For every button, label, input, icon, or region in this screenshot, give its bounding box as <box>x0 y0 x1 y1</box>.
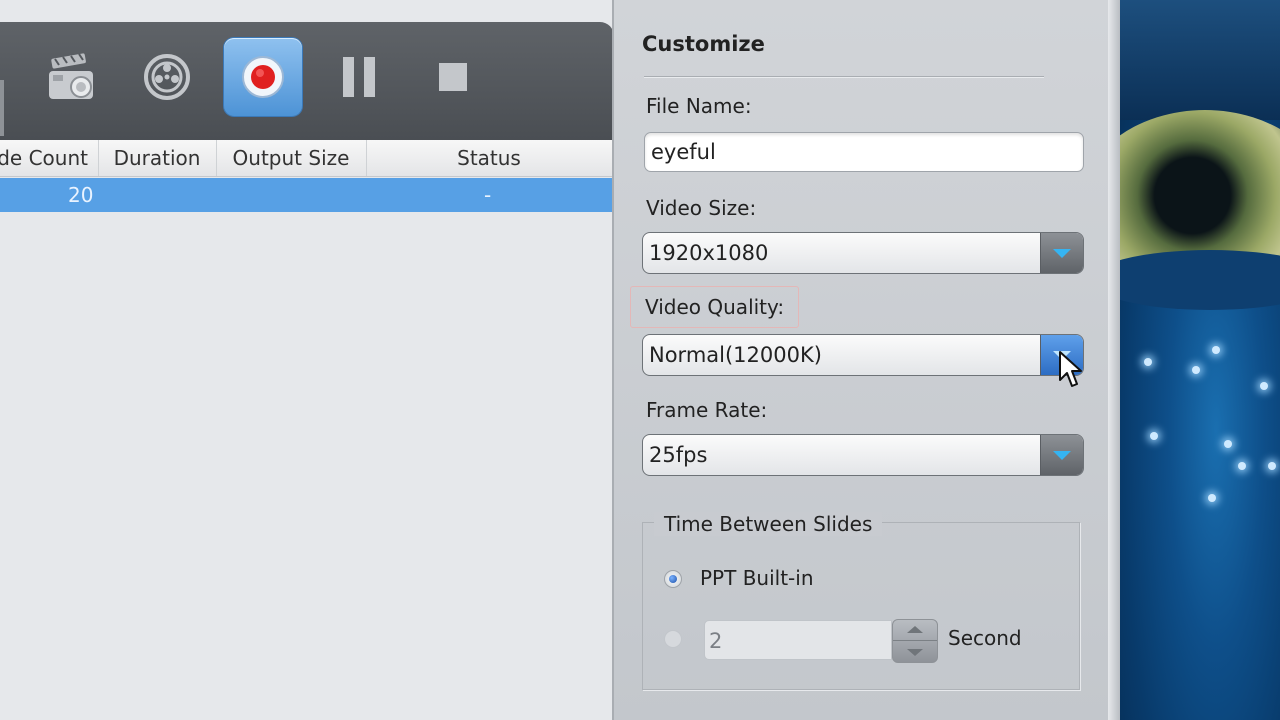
frame-rate-select[interactable]: 25fps <box>642 434 1084 476</box>
customize-panel: Customize File Name: eyeful Video Size: … <box>614 0 1112 720</box>
video-size-dropdown-button[interactable] <box>1040 233 1083 273</box>
mouse-cursor-icon <box>1059 351 1082 387</box>
seconds-stepper[interactable] <box>892 619 938 663</box>
video-size-select[interactable]: 1920x1080 <box>642 232 1084 274</box>
stop-icon <box>439 63 467 91</box>
customize-title: Customize <box>642 32 765 56</box>
title-divider <box>644 76 1044 77</box>
chevron-down-icon <box>1053 248 1071 258</box>
glow-dot <box>1224 440 1232 448</box>
glow-dot <box>1238 462 1246 470</box>
project-panel: de Count Duration Output Size Status 20 … <box>0 0 614 720</box>
stepper-divider <box>893 640 937 641</box>
stop-button[interactable] <box>414 38 492 116</box>
time-between-slides-title: Time Between Slides <box>654 512 883 536</box>
glow-dot <box>1212 346 1220 354</box>
snapshot-button[interactable] <box>34 38 112 116</box>
film-reel-icon <box>144 54 190 100</box>
frame-rate-value: 25fps <box>649 443 708 467</box>
glow-dot <box>1144 358 1152 366</box>
ppt-builtin-radio[interactable] <box>664 570 682 588</box>
glow-dot <box>1260 382 1268 390</box>
window-border <box>1108 0 1120 720</box>
glow-dot <box>1208 494 1216 502</box>
preview-brow-region <box>1120 0 1280 120</box>
video-quality-select[interactable]: Normal(12000K) <box>642 334 1084 376</box>
custom-interval-radio[interactable] <box>664 630 682 648</box>
slide-count-cell: 20 <box>68 183 94 207</box>
video-size-value: 1920x1080 <box>649 241 769 265</box>
video-size-label: Video Size: <box>646 196 757 220</box>
reel-button[interactable] <box>128 38 206 116</box>
chevron-down-icon[interactable] <box>907 649 923 656</box>
record-icon <box>242 56 284 98</box>
glow-dot <box>1150 432 1158 440</box>
pause-icon <box>343 57 375 97</box>
time-between-slides-group <box>642 522 1080 690</box>
file-name-input[interactable]: eyeful <box>644 132 1084 172</box>
toolbar-edge <box>0 80 4 136</box>
record-button[interactable] <box>224 38 302 116</box>
glow-dot <box>1192 366 1200 374</box>
pause-button[interactable] <box>320 38 398 116</box>
column-header-duration[interactable]: Duration <box>98 140 217 176</box>
frame-rate-dropdown-button[interactable] <box>1040 435 1083 475</box>
column-header-status[interactable]: Status <box>366 140 612 176</box>
slide-preview-image <box>1120 0 1280 720</box>
chevron-down-icon <box>1053 450 1071 460</box>
table-header: de Count Duration Output Size Status <box>0 140 612 177</box>
video-quality-label: Video Quality: <box>630 286 800 328</box>
preview-lower-lid <box>1120 250 1280 310</box>
table-row[interactable]: 20 - <box>0 178 612 212</box>
clapperboard-camera-icon <box>49 53 93 99</box>
glow-dot <box>1268 462 1276 470</box>
ppt-builtin-label[interactable]: PPT Built-in <box>700 566 814 590</box>
seconds-unit-label: Second <box>948 626 1022 650</box>
column-header-slide-count[interactable]: de Count <box>0 140 99 176</box>
status-cell: - <box>484 183 492 207</box>
frame-rate-label: Frame Rate: <box>646 398 768 422</box>
seconds-input[interactable]: 2 <box>704 620 892 660</box>
video-quality-value: Normal(12000K) <box>649 343 822 367</box>
toolbar <box>0 22 614 140</box>
chevron-up-icon[interactable] <box>907 626 923 633</box>
file-name-label: File Name: <box>646 94 752 118</box>
column-header-output-size[interactable]: Output Size <box>216 140 367 176</box>
